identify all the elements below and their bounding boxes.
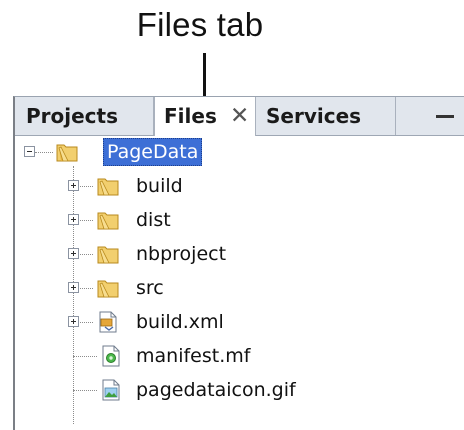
tree-node-label: build.xml: [136, 311, 224, 333]
tree-node-label: build: [136, 175, 183, 197]
tree-node-label: pagedataicon.gif: [136, 379, 296, 401]
image-file-icon: [102, 379, 120, 401]
collapse-toggle-icon[interactable]: [24, 146, 35, 157]
tab-projects[interactable]: Projects: [15, 97, 154, 135]
tree-root-connector: [73, 166, 74, 424]
tree-node-label: dist: [136, 209, 171, 231]
tree-node-label: nbproject: [136, 243, 227, 265]
folder-icon: [97, 280, 119, 298]
files-tab-callout: Files tab: [136, 6, 264, 43]
file-tree: PageData build dist nbproject src build.…: [15, 136, 464, 430]
folder-icon: [97, 178, 119, 196]
manifest-file-icon: [102, 345, 120, 367]
expand-toggle-icon[interactable]: [68, 180, 79, 191]
folder-icon: [97, 212, 119, 230]
tab-services[interactable]: Services: [256, 97, 396, 135]
expand-toggle-icon[interactable]: [68, 248, 79, 259]
explorer-panel: Projects Files ✕ Services PageData build…: [13, 96, 464, 430]
expand-toggle-icon[interactable]: [68, 214, 79, 225]
tab-files-label: Files: [164, 104, 217, 128]
tab-files[interactable]: Files ✕: [154, 97, 256, 136]
tree-node-label: PageData: [103, 138, 203, 166]
tree-node-label: src: [136, 277, 164, 299]
folder-icon: [56, 144, 78, 162]
tree-connector-root: [35, 152, 53, 153]
tab-services-label: Services: [266, 104, 362, 128]
tree-node-label: manifest.mf: [136, 345, 251, 367]
close-icon[interactable]: ✕: [230, 97, 249, 135]
ant-script-icon: [99, 311, 117, 333]
expand-toggle-icon[interactable]: [68, 282, 79, 293]
folder-icon: [97, 246, 119, 264]
panel-tab-bar: Projects Files ✕ Services: [15, 97, 464, 136]
minimize-button[interactable]: [396, 97, 464, 135]
expand-toggle-icon[interactable]: [68, 316, 79, 327]
tab-projects-label: Projects: [26, 104, 119, 128]
minimize-icon: [436, 115, 454, 118]
